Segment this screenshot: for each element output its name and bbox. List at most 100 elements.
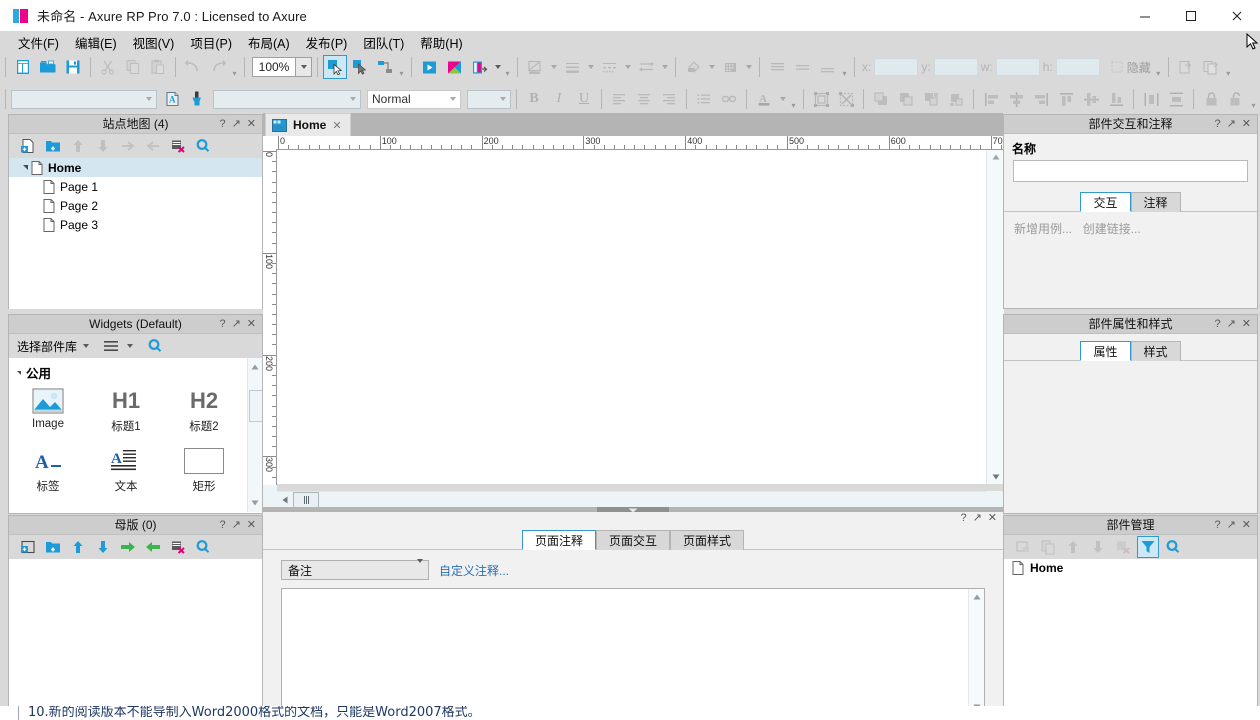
distribute-vertical-button[interactable] (1164, 87, 1188, 111)
add-folder-icon[interactable] (42, 135, 64, 157)
move-up-icon[interactable] (67, 135, 89, 157)
convert-to-master-button[interactable] (1174, 55, 1198, 79)
masters-list[interactable] (9, 559, 262, 708)
x-input[interactable] (874, 58, 919, 76)
format-painter-source-button[interactable]: A (161, 87, 185, 111)
notes-popout-button[interactable]: ↗ (973, 513, 982, 524)
align-objects-right-button[interactable] (1029, 87, 1053, 111)
open-button[interactable] (36, 55, 60, 79)
sitemap-help-button[interactable]: ? (219, 118, 225, 130)
add-master-folder-icon[interactable] (42, 536, 64, 558)
tab-style[interactable]: 样式 (1130, 341, 1181, 361)
widget-item-image[interactable]: Image (9, 388, 87, 434)
custom-note-link[interactable]: 自定义注释... (439, 562, 509, 579)
undo-button[interactable] (181, 55, 205, 79)
sitemap-close-button[interactable]: ✕ (247, 118, 256, 130)
widget-item-heading-2[interactable]: H2 标题2 (165, 388, 243, 434)
widget-search-icon[interactable] (147, 338, 163, 354)
expand-collapse-icon[interactable] (19, 165, 31, 170)
break-away-master-button[interactable] (1199, 55, 1223, 79)
fill-color-dropdown[interactable] (706, 56, 717, 78)
move-down-icon[interactable] (92, 135, 114, 157)
menu-file[interactable]: 文件(F) (10, 31, 67, 54)
italic-button[interactable]: I (547, 87, 571, 111)
add-case-link[interactable]: 新增用例... (1014, 222, 1072, 236)
manager-close-button[interactable]: ✕ (1242, 519, 1251, 531)
manager-move-up-icon[interactable] (1062, 536, 1084, 558)
widget-view-dropdown-icon[interactable] (127, 344, 134, 348)
overflow-chevron-5[interactable]: ▾ (1154, 56, 1163, 78)
note-type-select[interactable]: 备注 (281, 559, 429, 580)
format-painter-apply-button[interactable] (185, 87, 209, 111)
cut-button[interactable] (96, 55, 120, 79)
overflow-chevron-4[interactable]: ▾ (840, 56, 849, 78)
canvas-scroll-down-icon[interactable] (987, 470, 1004, 484)
y-input[interactable] (933, 58, 978, 76)
properties-help-button[interactable]: ? (1214, 318, 1220, 330)
manager-duplicate-icon[interactable] (1037, 536, 1059, 558)
menu-help[interactable]: 帮助(H) (412, 31, 470, 54)
overflow-chevron-1[interactable]: ▾ (230, 56, 239, 78)
preview-button[interactable] (417, 55, 441, 79)
create-link-link[interactable]: 创建链接... (1083, 222, 1141, 236)
canvas-hscroll-thumb[interactable] (293, 492, 319, 508)
tab-annotations[interactable]: 注释 (1130, 192, 1181, 212)
menu-publish[interactable]: 发布(P) (298, 31, 356, 54)
arrow-style-button[interactable] (634, 55, 658, 79)
bring-to-front-button[interactable] (869, 87, 893, 111)
minimize-button[interactable] (1122, 0, 1168, 31)
overflow-chevron-3[interactable]: ▾ (503, 56, 512, 78)
select-tool-button[interactable] (323, 55, 347, 79)
fill-style-dropdown[interactable] (548, 56, 559, 78)
note-text-area[interactable] (281, 588, 985, 716)
sitemap-node-page-1[interactable]: Page 1 (9, 177, 262, 196)
align-objects-middle-button[interactable] (1079, 87, 1103, 111)
connector-tool-button[interactable] (348, 55, 372, 79)
widgets-scroll-thumb[interactable] (249, 390, 262, 422)
widget-item-label[interactable]: A 标签 (9, 448, 87, 494)
widget-name-input[interactable] (1013, 160, 1248, 182)
widget-item-rectangle[interactable]: 矩形 (165, 448, 243, 494)
lock-button[interactable] (1199, 87, 1223, 111)
font-color-dropdown[interactable] (777, 88, 788, 110)
widgets-section-common[interactable]: 公用 (9, 358, 262, 382)
distribute-horizontal-button[interactable] (1139, 87, 1163, 111)
widget-view-options-icon[interactable] (103, 339, 121, 353)
overflow-chevron-7[interactable]: ▾ (789, 88, 798, 110)
new-button[interactable] (11, 55, 35, 79)
tab-page-interactions[interactable]: 页面交互 (595, 530, 670, 550)
publish-dropdown-arrow[interactable] (492, 56, 503, 78)
save-button[interactable] (61, 55, 85, 79)
align-objects-bottom-button[interactable] (1104, 87, 1128, 111)
menu-layout[interactable]: 布局(A) (240, 31, 298, 54)
line-style-button[interactable] (597, 55, 621, 79)
interactions-help-button[interactable]: ? (1214, 118, 1220, 130)
canvas-tab-home[interactable]: Home ✕ (265, 113, 351, 136)
send-to-back-button[interactable] (894, 87, 918, 111)
align-objects-left-button[interactable] (979, 87, 1003, 111)
align-objects-top-button[interactable] (1054, 87, 1078, 111)
overflow-chevron-2[interactable]: ▾ (397, 56, 406, 78)
align-left-button[interactable] (607, 87, 631, 111)
masters-help-button[interactable]: ? (219, 519, 225, 531)
bold-button[interactable]: B (522, 87, 546, 111)
maximize-button[interactable] (1168, 0, 1214, 31)
fill-style-button[interactable] (523, 55, 547, 79)
send-backward-button[interactable] (944, 87, 968, 111)
zoom-value[interactable]: 100% (252, 57, 296, 77)
manager-add-icon[interactable] (1012, 536, 1034, 558)
align-right-button[interactable] (657, 87, 681, 111)
connector-shape-button[interactable] (373, 55, 397, 79)
indent-icon[interactable] (117, 135, 139, 157)
overflow-chevron-6[interactable]: ▾ (1224, 56, 1233, 78)
hyperlink-button[interactable] (717, 87, 741, 111)
overflow-chevron-8[interactable]: ▾ (1249, 88, 1258, 110)
font-family-select[interactable] (11, 89, 157, 109)
manager-help-button[interactable]: ? (1214, 519, 1220, 531)
paste-button[interactable] (146, 55, 170, 79)
hidden-checkbox-icon[interactable] (1110, 60, 1124, 74)
outdent-icon[interactable] (142, 135, 164, 157)
line-style-dropdown[interactable] (622, 56, 633, 78)
unlock-button[interactable] (1224, 87, 1248, 111)
tab-properties[interactable]: 属性 (1080, 341, 1131, 361)
